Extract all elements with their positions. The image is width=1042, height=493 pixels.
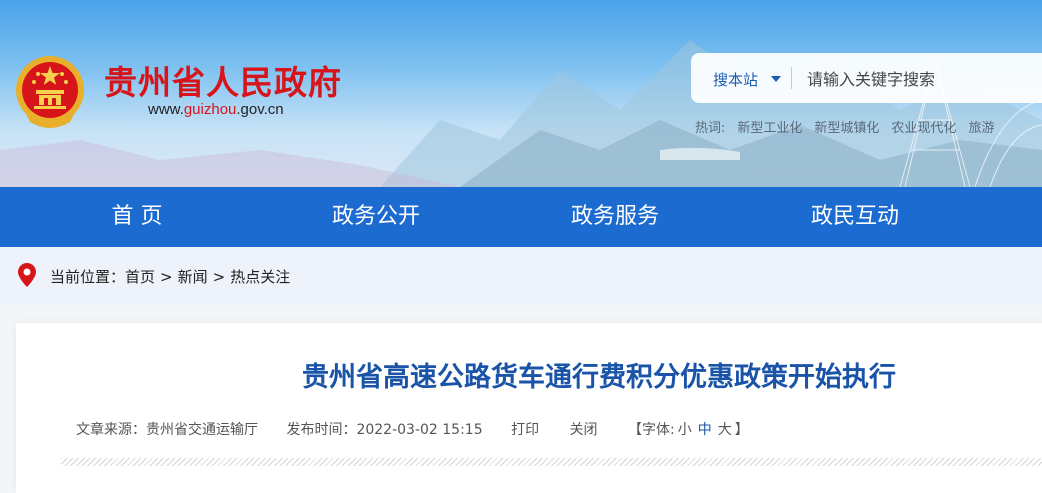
breadcrumb-separator: > (160, 268, 173, 286)
article-source: 文章来源：贵州省交通运输厅 (76, 422, 258, 438)
breadcrumb-home[interactable]: 首页 (125, 268, 155, 286)
location-pin-icon (18, 263, 36, 287)
font-size-medium-button[interactable]: 中 (698, 422, 712, 438)
chevron-down-icon[interactable] (771, 76, 781, 82)
search-input[interactable] (805, 63, 1029, 95)
close-button[interactable]: 关闭 (570, 422, 598, 438)
search-divider (791, 67, 792, 89)
site-url-suffix: .gov.cn (236, 101, 284, 118)
nav-item-home[interactable]: 首 页 (37, 187, 237, 247)
site-url-highlight: guizhou (183, 101, 237, 118)
national-emblem-icon (16, 56, 84, 128)
article-title: 贵州省高速公路货车通行费积分优惠政策开始执行 (302, 362, 896, 393)
hotword-link[interactable]: 农业现代化 (891, 121, 956, 136)
print-button[interactable]: 打印 (511, 422, 539, 438)
hotwords-label: 热词: (695, 121, 726, 136)
nav-item-services[interactable]: 政务服务 (515, 187, 715, 247)
font-size-large-button[interactable]: 大 (718, 422, 732, 438)
font-size-small-button[interactable]: 小 (678, 422, 692, 438)
site-url-prefix: www. (148, 101, 184, 118)
breadcrumb: 当前位置：首页 > 新闻 > 热点关注 (0, 247, 1042, 304)
search-scope-select[interactable]: 搜本站 (713, 69, 758, 90)
font-size-prefix: 【字体: (627, 422, 675, 438)
site-url[interactable]: www.guizhou.gov.cn (148, 101, 284, 118)
hotword-link[interactable]: 新型工业化 (737, 121, 802, 136)
article-meta: 文章来源：贵州省交通运输厅 发布时间：2022-03-02 15:15 打印 关… (76, 419, 749, 439)
article-card: 贵州省高速公路货车通行费积分优惠政策开始执行 文章来源：贵州省交通运输厅 发布时… (16, 323, 1042, 493)
hotwords-bar: 热词: 新型工业化 新型城镇化 农业现代化 旅游 (695, 117, 994, 136)
font-size-suffix: 】 (734, 422, 749, 438)
site-header: 贵州省人民政府 www.guizhou.gov.cn 搜本站 热词: 新型工业化新… (0, 0, 1042, 187)
breadcrumb-separator: > (212, 268, 226, 286)
hotword-link[interactable]: 旅游 (968, 121, 994, 136)
breadcrumb-hot-topics[interactable]: 热点关注 (230, 268, 290, 286)
nav-item-government-affairs[interactable]: 政务公开 (276, 187, 476, 247)
site-title[interactable]: 贵州省人民政府 (104, 56, 342, 104)
hatched-divider (61, 458, 1042, 466)
hotword-link[interactable]: 新型城镇化 (814, 121, 879, 136)
article-date: 发布时间：2022-03-02 15:15 (286, 422, 483, 438)
breadcrumb-news[interactable]: 新闻 (178, 268, 208, 286)
nav-item-interaction[interactable]: 政民互动 (755, 187, 955, 247)
search-box: 搜本站 (691, 53, 1042, 103)
breadcrumb-trail: 当前位置：首页 > 新闻 > 热点关注 (50, 266, 290, 287)
breadcrumb-prefix: 当前位置： (50, 268, 126, 286)
main-nav: 首 页 政务公开 政务服务 政民互动 (0, 187, 1042, 247)
